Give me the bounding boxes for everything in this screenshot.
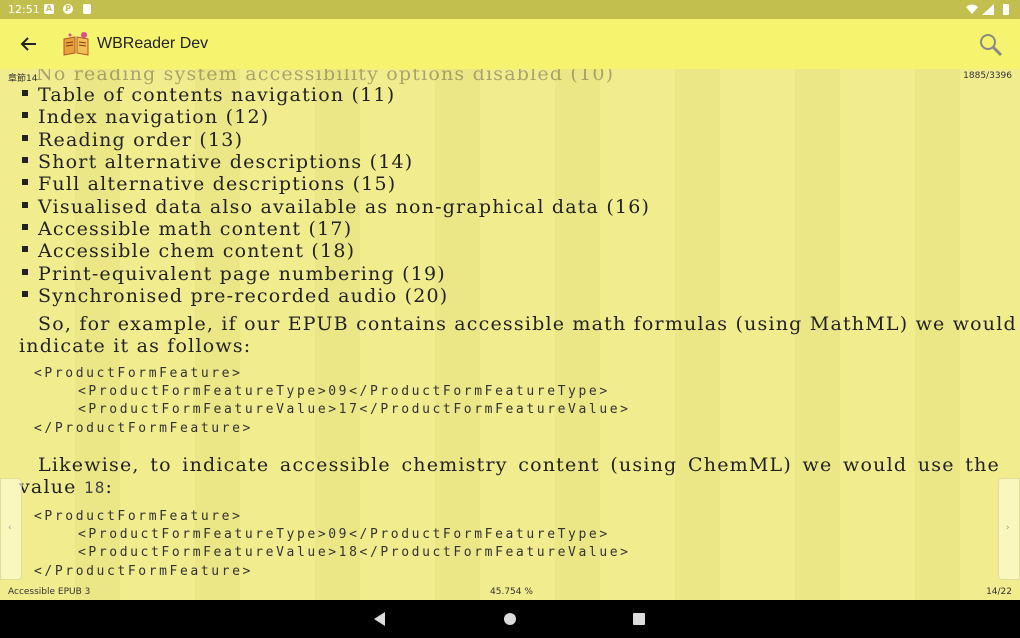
a-icon: A — [44, 4, 54, 14]
list-item: Accessible math content (17) — [22, 218, 352, 240]
list-item: No reading system accessibility options … — [36, 69, 614, 85]
status-icons — [966, 4, 1009, 15]
list-item: Accessible chem content (18) — [22, 240, 355, 262]
reader-footer: Accessible EPUB 3 45.754 % 14/22 — [0, 584, 1020, 600]
paragraph-line: value 18: — [19, 476, 113, 499]
arrow-left-icon — [20, 37, 36, 51]
app-title: WBReader Dev — [97, 35, 209, 52]
bullet-icon — [22, 269, 28, 275]
book-icon — [63, 32, 89, 56]
list-item: Reading order (13) — [22, 129, 243, 151]
list-item: Print-equivalent page numbering (19) — [22, 263, 446, 285]
list-item: Full alternative descriptions (15) — [22, 173, 396, 195]
list-item-text: Table of contents navigation (11) — [38, 84, 396, 106]
code-line: <ProductFormFeature> — [34, 366, 243, 381]
sd-card-icon — [83, 4, 91, 14]
position-counter: 1885/3396 — [963, 71, 1012, 81]
paragraph-line: So, for example, if our EPUB contains ac… — [38, 313, 1017, 335]
inline-code: 18 — [83, 478, 106, 497]
code-line: <ProductFormFeatureType>09</ProductFormF… — [78, 527, 610, 542]
app-bar: WBReader Dev — [0, 19, 1020, 69]
status-time: 12:51 — [8, 3, 40, 16]
paragraph-line: Likewise, to indicate accessible chemist… — [38, 454, 1000, 476]
bullet-icon — [22, 224, 28, 230]
recents-square-icon[interactable] — [630, 610, 648, 628]
back-triangle-icon[interactable] — [371, 610, 389, 628]
reader-page[interactable]: 章節14 1885/3396 No reading system accessi… — [0, 69, 1020, 600]
bullet-icon — [22, 202, 28, 208]
chevron-right-icon: › — [1006, 523, 1010, 533]
list-item-text: Visualised data also available as non-gr… — [38, 196, 651, 218]
p-icon: P — [63, 4, 73, 14]
bullet-icon — [22, 246, 28, 252]
paragraph-text: value — [19, 476, 77, 498]
search-icon — [980, 34, 1003, 57]
code-line: <ProductFormFeatureType>09</ProductFormF… — [78, 384, 610, 399]
signal-icon — [982, 4, 994, 15]
next-page-tab[interactable]: › — [998, 478, 1020, 580]
bullet-icon — [22, 291, 28, 297]
list-item: Short alternative descriptions (14) — [22, 151, 413, 173]
bullet-icon — [22, 157, 28, 163]
bullet-icon — [22, 179, 28, 185]
previous-page-tab[interactable]: ‹ — [0, 478, 22, 580]
bullet-icon — [22, 90, 28, 96]
chapter-content: No reading system accessibility options … — [0, 69, 1020, 584]
back-button[interactable] — [14, 32, 44, 56]
code-line: </ProductFormFeature> — [34, 564, 253, 579]
list-item-text: Reading order (13) — [38, 129, 244, 151]
progress-percent: 45.754 % — [490, 587, 533, 597]
status-bar: 12:51 A P — [0, 0, 1020, 19]
list-item: Visualised data also available as non-gr… — [22, 196, 650, 218]
wifi-icon — [966, 4, 978, 14]
home-circle-icon[interactable] — [501, 610, 519, 628]
book-title: Accessible EPUB 3 — [8, 587, 91, 597]
battery-icon — [1003, 4, 1009, 15]
system-nav-bar — [0, 600, 1020, 638]
search-button[interactable] — [978, 32, 1004, 58]
list-item: Index navigation (12) — [22, 106, 269, 128]
bullet-icon — [22, 135, 28, 141]
list-item-text: No reading system accessibility options … — [36, 69, 615, 85]
list-item-text: Print-equivalent page numbering (19) — [38, 263, 446, 285]
code-line: <ProductFormFeatureValue>17</ProductForm… — [78, 402, 631, 417]
page-counter: 14/22 — [986, 587, 1012, 597]
code-line: <ProductFormFeatureValue>18</ProductForm… — [78, 545, 631, 560]
list-item: Synchronised pre-recorded audio (20) — [22, 285, 448, 307]
list-item-text: Index navigation (12) — [38, 106, 270, 128]
paragraph-text: : — [105, 476, 114, 498]
list-item: Table of contents navigation (11) — [22, 84, 395, 106]
list-item-text: Accessible chem content (18) — [38, 240, 356, 262]
paragraph-line: indicate it as follows: — [19, 335, 252, 357]
list-item-text: Full alternative descriptions (15) — [38, 173, 397, 195]
bullet-icon — [22, 112, 28, 118]
list-item-text: Accessible math content (17) — [38, 218, 353, 240]
list-item-text: Short alternative descriptions (14) — [38, 151, 414, 173]
code-line: </ProductFormFeature> — [34, 421, 253, 436]
code-line: <ProductFormFeature> — [34, 509, 243, 524]
chapter-label: 章節14 — [8, 74, 38, 84]
chevron-left-icon: ‹ — [8, 523, 12, 533]
list-item-text: Synchronised pre-recorded audio (20) — [38, 285, 449, 307]
